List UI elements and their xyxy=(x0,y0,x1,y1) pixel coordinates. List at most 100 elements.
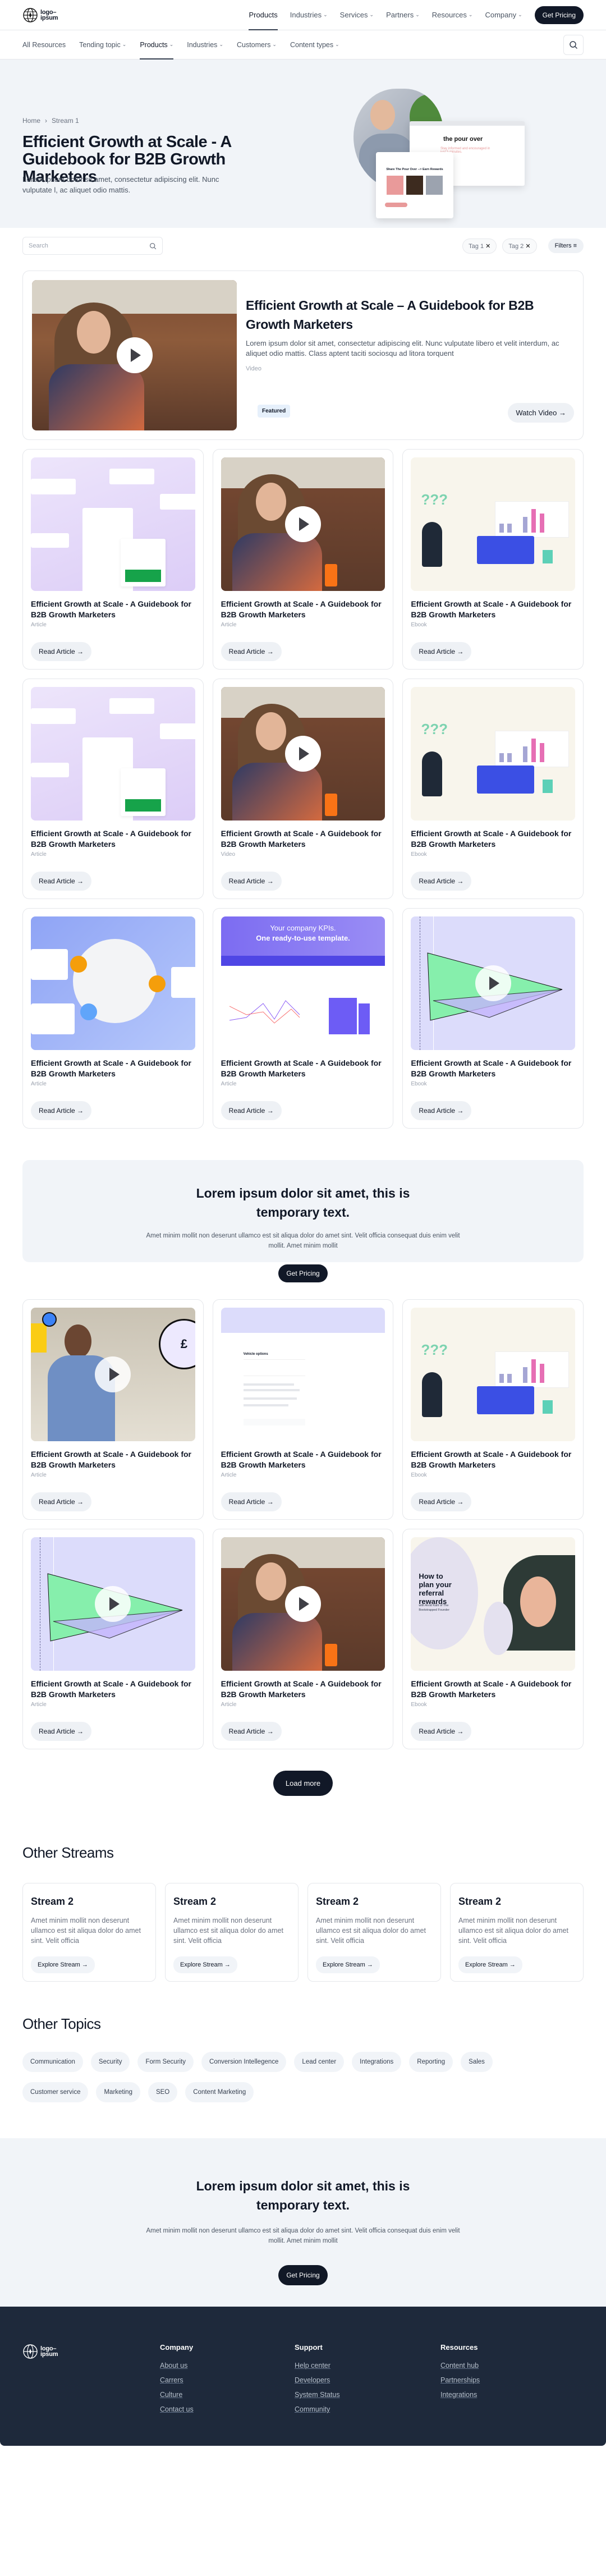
filters-button[interactable]: Filters ≡ xyxy=(548,239,584,253)
card-thumbnail[interactable] xyxy=(221,1537,385,1671)
nav-resources[interactable]: Resources ⌄ xyxy=(432,0,473,30)
card-thumbnail[interactable]: ??? xyxy=(411,1308,575,1441)
card-thumbnail[interactable]: ??? xyxy=(411,687,575,821)
stream-card[interactable]: Stream 2 Amet minim mollit non deserunt u… xyxy=(307,1883,441,1982)
card-title[interactable]: Efficient Growth at Scale - A Guidebook … xyxy=(221,1679,385,1700)
card-title[interactable]: Efficient Growth at Scale - A Guidebook … xyxy=(221,828,385,850)
get-pricing-button[interactable]: Get Pricing xyxy=(278,1264,328,1282)
subnav-industries[interactable]: Industries ⌄ xyxy=(187,30,223,59)
topic-chip[interactable]: Content Marketing xyxy=(185,2082,254,2102)
play-button[interactable] xyxy=(475,965,511,1001)
content-card[interactable]: Your company KPIs. One ready-to-use templ… xyxy=(212,908,394,1129)
read-article-button[interactable]: Read Article → xyxy=(221,1101,282,1120)
explore-stream-button[interactable]: Explore Stream → xyxy=(173,1956,237,1973)
content-card[interactable]: Efficient Growth at Scale - A Guidebook … xyxy=(22,1529,204,1749)
featured-title[interactable]: Efficient Growth at Scale – A Guidebook … xyxy=(246,296,574,334)
content-card[interactable]: Efficient Growth at Scale - A Guidebook … xyxy=(22,908,204,1129)
footer-link[interactable]: Contact us xyxy=(160,2405,194,2413)
content-card[interactable]: Efficient Growth at Scale - A Guidebook … xyxy=(22,679,204,899)
tag-chip[interactable]: Tag 1 ✕ xyxy=(462,238,497,254)
footer-link[interactable]: Community xyxy=(295,2405,340,2413)
footer-link[interactable]: Help center xyxy=(295,2362,340,2369)
nav-industries[interactable]: Industries ⌄ xyxy=(290,0,328,30)
topic-chip[interactable]: Form Security xyxy=(137,2052,194,2072)
stream-card[interactable]: Stream 2 Amet minim mollit non deserunt u… xyxy=(450,1883,584,1982)
card-title[interactable]: Efficient Growth at Scale - A Guidebook … xyxy=(411,1679,575,1700)
topic-chip[interactable]: Security xyxy=(90,2052,130,2072)
content-card[interactable]: Vehicle options Efficient Growth at Scale… xyxy=(212,1299,394,1520)
read-article-button[interactable]: Read Article → xyxy=(411,1492,472,1511)
stream-card[interactable]: Stream 2 Amet minim mollit non deserunt u… xyxy=(22,1883,156,1982)
stream-card[interactable]: Stream 2 Amet minim mollit non deserunt u… xyxy=(165,1883,299,1982)
read-article-button[interactable]: Read Article → xyxy=(31,642,92,661)
footer-logo[interactable]: logo– ipsum xyxy=(22,2344,58,2359)
play-button[interactable] xyxy=(95,1586,131,1622)
footer-link[interactable]: System Status xyxy=(295,2391,340,2399)
subnav-customers[interactable]: Customers ⌄ xyxy=(237,30,277,59)
read-article-button[interactable]: Read Article → xyxy=(31,1492,92,1511)
read-article-button[interactable]: Read Article → xyxy=(221,872,282,891)
content-card[interactable]: Efficient Growth at Scale - A Guidebook … xyxy=(212,1529,394,1749)
get-pricing-button[interactable]: Get Pricing xyxy=(278,2265,328,2285)
subnav-products[interactable]: Products ⌄ xyxy=(140,30,173,59)
explore-stream-button[interactable]: Explore Stream → xyxy=(458,1956,522,1973)
content-card[interactable]: ??? Efficient Growth at Scale - A Guidebo… xyxy=(402,1299,584,1520)
subnav-trending-topic[interactable]: Tending topic ⌄ xyxy=(79,30,126,59)
card-title[interactable]: Efficient Growth at Scale - A Guidebook … xyxy=(31,828,195,850)
topic-chip[interactable]: Conversion Intellegence xyxy=(201,2052,287,2072)
topic-chip[interactable]: Customer service xyxy=(22,2082,89,2102)
topic-chip[interactable]: Integrations xyxy=(352,2052,402,2072)
logo[interactable]: logo– ipsum xyxy=(22,7,58,23)
tag-chip[interactable]: Tag 2 ✕ xyxy=(502,238,537,254)
featured-card[interactable]: Efficient Growth at Scale – A Guidebook … xyxy=(22,271,584,440)
subnav-all-resources[interactable]: All Resources xyxy=(22,30,66,59)
featured-video-thumbnail[interactable] xyxy=(32,280,237,430)
explore-stream-button[interactable]: Explore Stream → xyxy=(31,1956,95,1973)
nav-services[interactable]: Services ⌄ xyxy=(340,0,374,30)
card-thumbnail[interactable] xyxy=(411,916,575,1050)
content-card[interactable]: How to plan your referral rewards with Ar… xyxy=(402,1529,584,1749)
card-thumbnail[interactable] xyxy=(31,1537,195,1671)
topic-chip[interactable]: Sales xyxy=(461,2052,493,2072)
read-article-button[interactable]: Read Article → xyxy=(411,872,472,891)
card-thumbnail[interactable]: £ xyxy=(31,1308,195,1441)
read-article-button[interactable]: Read Article → xyxy=(411,1722,472,1741)
content-card[interactable]: Efficient Growth at Scale - A Guidebook … xyxy=(22,449,204,670)
read-article-button[interactable]: Read Article → xyxy=(31,1101,92,1120)
content-card[interactable]: ??? Efficient Growth at Scale - A Guidebo… xyxy=(402,449,584,670)
close-icon[interactable]: ✕ xyxy=(525,243,530,250)
card-thumbnail[interactable] xyxy=(31,457,195,591)
card-thumbnail[interactable] xyxy=(221,687,385,821)
topic-chip[interactable]: SEO xyxy=(148,2082,178,2102)
play-button[interactable] xyxy=(95,1356,131,1392)
card-thumbnail[interactable]: ??? xyxy=(411,457,575,591)
search-button[interactable] xyxy=(563,34,584,55)
topic-chip[interactable]: Reporting xyxy=(409,2052,453,2072)
content-card[interactable]: Efficient Growth at Scale - A Guidebook … xyxy=(402,908,584,1129)
card-title[interactable]: Efficient Growth at Scale - A Guidebook … xyxy=(411,1449,575,1470)
footer-link[interactable]: Partnerships xyxy=(440,2376,480,2384)
footer-link[interactable]: Developers xyxy=(295,2376,340,2384)
content-card[interactable]: £ Efficient Growth at Scale - A Guidebook… xyxy=(22,1299,204,1520)
card-title[interactable]: Efficient Growth at Scale - A Guidebook … xyxy=(221,1058,385,1079)
card-title[interactable]: Efficient Growth at Scale - A Guidebook … xyxy=(221,599,385,620)
footer-link[interactable]: Integrations xyxy=(440,2391,480,2399)
load-more-button[interactable]: Load more xyxy=(273,1771,333,1796)
footer-link[interactable]: Carrers xyxy=(160,2376,194,2384)
footer-link[interactable]: About us xyxy=(160,2362,194,2369)
nav-products[interactable]: Products xyxy=(249,0,278,30)
footer-link[interactable]: Culture xyxy=(160,2391,194,2399)
read-article-button[interactable]: Read Article → xyxy=(31,1722,92,1741)
content-card[interactable]: Efficient Growth at Scale - A Guidebook … xyxy=(212,679,394,899)
card-title[interactable]: Efficient Growth at Scale - A Guidebook … xyxy=(31,1058,195,1079)
play-button[interactable] xyxy=(116,337,153,373)
read-article-button[interactable]: Read Article → xyxy=(221,1722,282,1741)
subnav-content-types[interactable]: Content types ⌄ xyxy=(290,30,339,59)
card-title[interactable]: Efficient Growth at Scale - A Guidebook … xyxy=(31,599,195,620)
search-input[interactable]: Search xyxy=(22,237,163,255)
card-thumbnail[interactable] xyxy=(31,916,195,1050)
play-button[interactable] xyxy=(284,736,321,772)
card-title[interactable]: Efficient Growth at Scale - A Guidebook … xyxy=(411,828,575,850)
card-thumbnail[interactable]: Vehicle options xyxy=(221,1308,385,1441)
read-article-button[interactable]: Read Article → xyxy=(411,642,472,661)
